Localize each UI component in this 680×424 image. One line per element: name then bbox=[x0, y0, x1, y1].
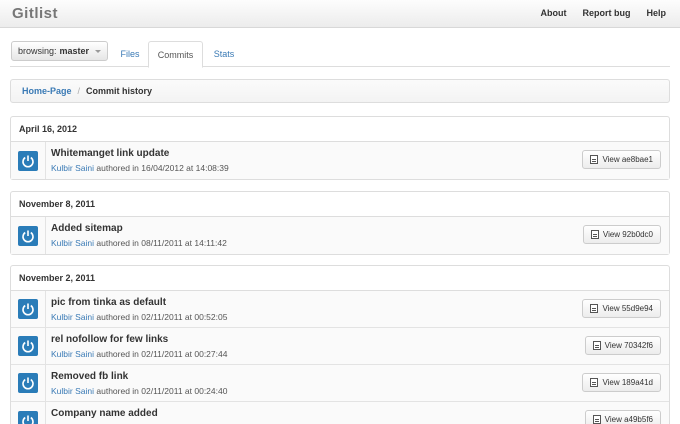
view-commit-button[interactable]: View 189a41d bbox=[582, 373, 661, 392]
view-commit-button[interactable]: View 55d9e94 bbox=[582, 299, 661, 318]
commit-group-date: November 2, 2011 bbox=[11, 266, 669, 291]
breadcrumb-home-link[interactable]: Home-Page bbox=[22, 86, 72, 96]
file-icon bbox=[590, 304, 599, 313]
file-icon bbox=[590, 230, 599, 239]
commit-meta: Kulbir Saini authored in 16/04/2012 at 1… bbox=[51, 163, 229, 173]
avatar[interactable] bbox=[18, 336, 38, 356]
tab-commits[interactable]: Commits bbox=[148, 41, 203, 68]
commit-author-link[interactable]: Kulbir Saini bbox=[51, 349, 94, 359]
commit-row: pic from tinka as default Kulbir Saini a… bbox=[11, 291, 669, 328]
commit-meta: Kulbir Saini authored in 02/11/2011 at 0… bbox=[51, 349, 227, 359]
avatar[interactable] bbox=[18, 410, 38, 424]
commit-authored-text: authored in 02/11/2011 at 00:52:05 bbox=[96, 312, 228, 322]
commit-author-link[interactable]: Kulbir Saini bbox=[51, 312, 94, 322]
breadcrumb-separator: / bbox=[77, 86, 81, 96]
commit-authored-text: authored in 02/11/2011 at 00:27:44 bbox=[96, 349, 228, 359]
commit-group-date: April 16, 2012 bbox=[11, 117, 669, 142]
avatar[interactable] bbox=[18, 373, 38, 393]
nav-link-report-bug[interactable]: Report bug bbox=[582, 8, 630, 18]
breadcrumb-current: Commit history bbox=[86, 86, 153, 96]
branch-prefix: browsing: bbox=[18, 46, 57, 56]
commit-author-link[interactable]: Kulbir Saini bbox=[51, 386, 94, 396]
commit-meta: Kulbir Saini authored in 02/11/2011 at 0… bbox=[51, 386, 227, 396]
commit-row: Removed fb link Kulbir Saini authored in… bbox=[11, 365, 669, 402]
nav-link-about[interactable]: About bbox=[540, 8, 566, 18]
commit-meta: Kulbir Saini authored in 08/11/2011 at 1… bbox=[51, 238, 227, 248]
top-navbar: Gitlist About Report bug Help bbox=[0, 0, 680, 28]
commit-authored-text: authored in 08/11/2011 at 14:11:42 bbox=[96, 238, 227, 248]
commit-row: rel nofollow for few links Kulbir Saini … bbox=[11, 328, 669, 365]
commit-row: Whitemanget link update Kulbir Saini aut… bbox=[11, 142, 669, 179]
view-commit-label: View a49b5f6 bbox=[604, 415, 653, 424]
tab-stats[interactable]: Stats bbox=[208, 41, 240, 67]
commit-message[interactable]: Whitemanget link update bbox=[51, 148, 169, 159]
commit-author-link[interactable]: Kulbir Saini bbox=[51, 238, 94, 248]
branch-name: master bbox=[59, 46, 90, 56]
avatar[interactable] bbox=[18, 299, 38, 319]
commit-row: Company name added View a49b5f6 bbox=[11, 402, 669, 424]
view-commit-label: View 70342f6 bbox=[604, 341, 653, 350]
commit-row: Added sitemap Kulbir Saini authored in 0… bbox=[11, 217, 669, 254]
file-icon bbox=[592, 341, 601, 350]
repo-tabs: browsing: master Files Commits Stats bbox=[10, 41, 670, 68]
nav-links: About Report bug Help bbox=[540, 8, 666, 18]
commit-group: April 16, 2012 Whitemanget link update K… bbox=[10, 116, 670, 180]
view-commit-button[interactable]: View 70342f6 bbox=[584, 336, 661, 355]
view-commit-button[interactable]: View a49b5f6 bbox=[584, 410, 661, 424]
commit-authored-text: authored in 02/11/2011 at 00:24:40 bbox=[96, 386, 228, 396]
commit-author-link[interactable]: Kulbir Saini bbox=[51, 163, 94, 173]
view-commit-label: View ae8bae1 bbox=[602, 155, 653, 164]
commit-message[interactable]: Company name added bbox=[51, 408, 158, 419]
commit-message[interactable]: rel nofollow for few links bbox=[51, 334, 168, 345]
commit-message[interactable]: Added sitemap bbox=[51, 223, 123, 234]
commit-group: November 2, 2011 pic from tinka as defau… bbox=[10, 265, 670, 424]
branch-dropdown[interactable]: browsing: master bbox=[11, 41, 109, 61]
avatar[interactable] bbox=[18, 225, 38, 246]
commit-group: November 8, 2011 Added sitemap Kulbir Sa… bbox=[10, 191, 670, 255]
avatar[interactable] bbox=[18, 150, 38, 171]
view-commit-button[interactable]: View ae8bae1 bbox=[582, 150, 661, 169]
view-commit-label: View 55d9e94 bbox=[602, 304, 653, 313]
commit-meta: Kulbir Saini authored in 02/11/2011 at 0… bbox=[51, 312, 227, 322]
commit-authored-text: authored in 16/04/2012 at 14:08:39 bbox=[96, 163, 229, 173]
brand-logo[interactable]: Gitlist bbox=[12, 5, 58, 22]
file-icon bbox=[592, 415, 601, 424]
file-icon bbox=[590, 155, 599, 164]
commit-group-date: November 8, 2011 bbox=[11, 192, 669, 217]
chevron-down-icon bbox=[95, 49, 102, 53]
nav-link-help[interactable]: Help bbox=[646, 8, 666, 18]
view-commit-label: View 92b0dc0 bbox=[602, 230, 653, 239]
file-icon bbox=[590, 378, 599, 387]
breadcrumb: Home-Page / Commit history bbox=[10, 79, 670, 103]
commit-message[interactable]: pic from tinka as default bbox=[51, 297, 166, 308]
view-commit-label: View 189a41d bbox=[602, 378, 653, 387]
commit-message[interactable]: Removed fb link bbox=[51, 371, 128, 382]
view-commit-button[interactable]: View 92b0dc0 bbox=[582, 225, 661, 244]
tab-files[interactable]: Files bbox=[114, 41, 146, 67]
